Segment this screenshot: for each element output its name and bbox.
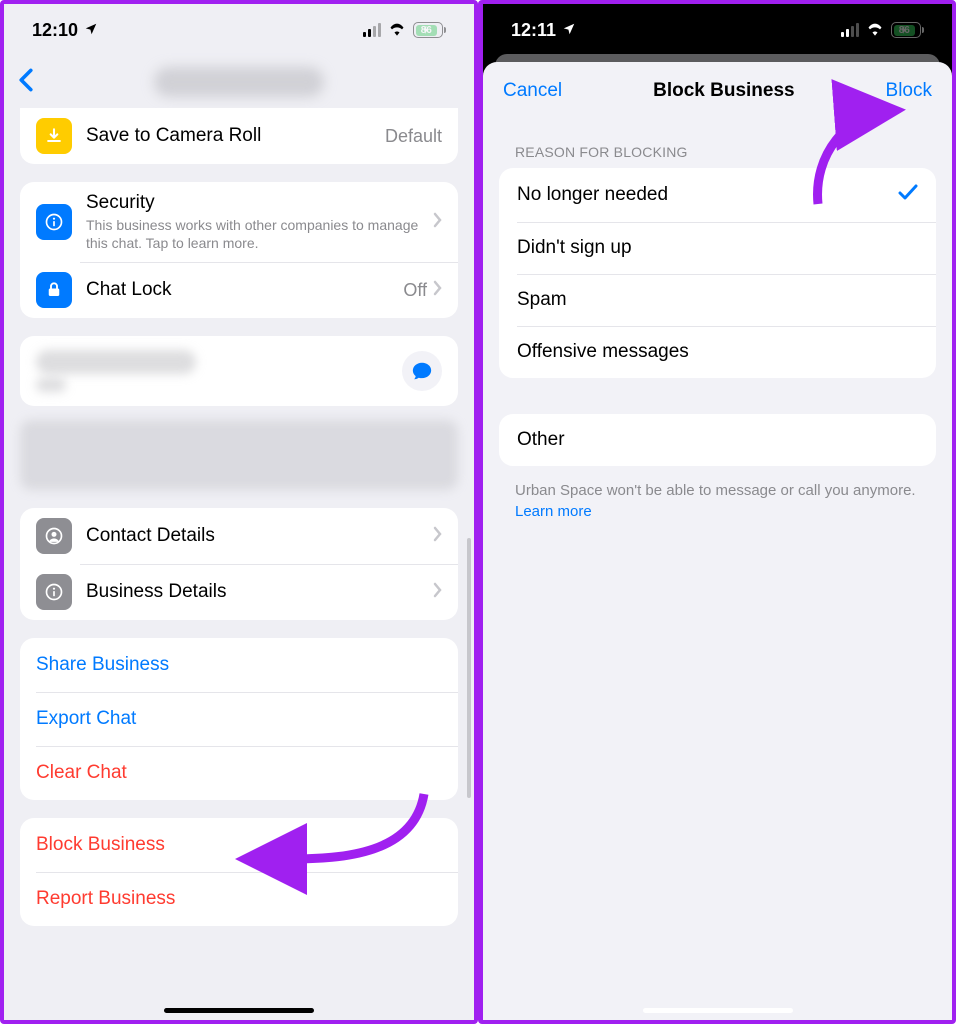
reason-spam[interactable]: Spam — [499, 274, 936, 326]
row-label: Security — [86, 192, 419, 214]
cellular-icon — [841, 23, 859, 37]
redacted-section — [20, 420, 458, 490]
cellular-icon — [363, 23, 381, 37]
row-label: Save to Camera Roll — [86, 125, 371, 147]
action-block-business[interactable]: Block Business — [20, 818, 458, 872]
reason-didnt-sign-up[interactable]: Didn't sign up — [499, 222, 936, 274]
checkmark-icon — [898, 183, 918, 207]
chevron-right-icon — [433, 212, 442, 233]
learn-more-link[interactable]: Learn more — [515, 503, 592, 520]
phone-number-section — [20, 336, 458, 406]
home-indicator — [643, 1008, 793, 1013]
wifi-icon — [387, 20, 407, 41]
section-header: REASON FOR BLOCKING — [499, 120, 936, 168]
scroll-indicator — [467, 538, 471, 798]
reason-no-longer-needed[interactable]: No longer needed — [499, 168, 936, 222]
status-time: 12:10 — [32, 20, 78, 41]
redacted-text — [36, 378, 66, 392]
reason-other[interactable]: Other — [499, 414, 936, 466]
battery-icon: 86 — [891, 22, 924, 38]
block-modal: Cancel Block Business Block REASON FOR B… — [483, 62, 952, 1020]
nav-bar — [4, 56, 474, 108]
nav-title-redacted — [154, 67, 324, 97]
row-save-camera-roll[interactable]: Save to Camera Roll Default — [20, 108, 458, 164]
row-value: Off — [403, 280, 427, 301]
status-bar: 12:11 86 — [483, 4, 952, 56]
row-chat-lock[interactable]: Chat Lock Off — [20, 262, 458, 318]
cancel-button[interactable]: Cancel — [503, 80, 562, 102]
info-icon — [36, 204, 72, 240]
info-icon — [36, 574, 72, 610]
chevron-right-icon — [433, 280, 442, 301]
reason-offensive[interactable]: Offensive messages — [499, 326, 936, 378]
row-label: Chat Lock — [86, 279, 389, 301]
chevron-right-icon — [433, 526, 442, 547]
redacted-text — [36, 350, 196, 374]
footer-note: Urban Space won't be able to message or … — [499, 466, 936, 536]
lock-icon — [36, 272, 72, 308]
message-button[interactable] — [402, 351, 442, 391]
home-indicator — [164, 1008, 314, 1013]
modal-nav: Cancel Block Business Block — [483, 62, 952, 120]
action-share-business[interactable]: Share Business — [20, 638, 458, 692]
location-icon — [562, 20, 576, 41]
row-label: Contact Details — [86, 525, 419, 547]
location-icon — [84, 20, 98, 41]
download-icon — [36, 118, 72, 154]
action-report-business[interactable]: Report Business — [20, 872, 458, 926]
row-security[interactable]: Security This business works with other … — [20, 182, 458, 262]
row-label: Business Details — [86, 581, 419, 603]
modal-title: Block Business — [653, 80, 795, 102]
right-screenshot: 12:11 86 Cancel Block Business Block REA… — [478, 0, 956, 1024]
action-clear-chat[interactable]: Clear Chat — [20, 746, 458, 800]
action-export-chat[interactable]: Export Chat — [20, 692, 458, 746]
row-contact-details[interactable]: Contact Details — [20, 508, 458, 564]
contact-icon — [36, 518, 72, 554]
row-business-details[interactable]: Business Details — [20, 564, 458, 620]
status-bar: 12:10 86 — [4, 4, 474, 56]
battery-icon: 86 — [413, 22, 446, 38]
chevron-right-icon — [433, 582, 442, 603]
status-time: 12:11 — [511, 20, 556, 41]
back-button[interactable] — [18, 68, 34, 97]
row-sublabel: This business works with other companies… — [86, 216, 419, 252]
block-button[interactable]: Block — [886, 80, 932, 102]
wifi-icon — [865, 20, 885, 41]
left-screenshot: 12:10 86 Save to Camera R — [0, 0, 478, 1024]
row-value: Default — [385, 126, 442, 147]
